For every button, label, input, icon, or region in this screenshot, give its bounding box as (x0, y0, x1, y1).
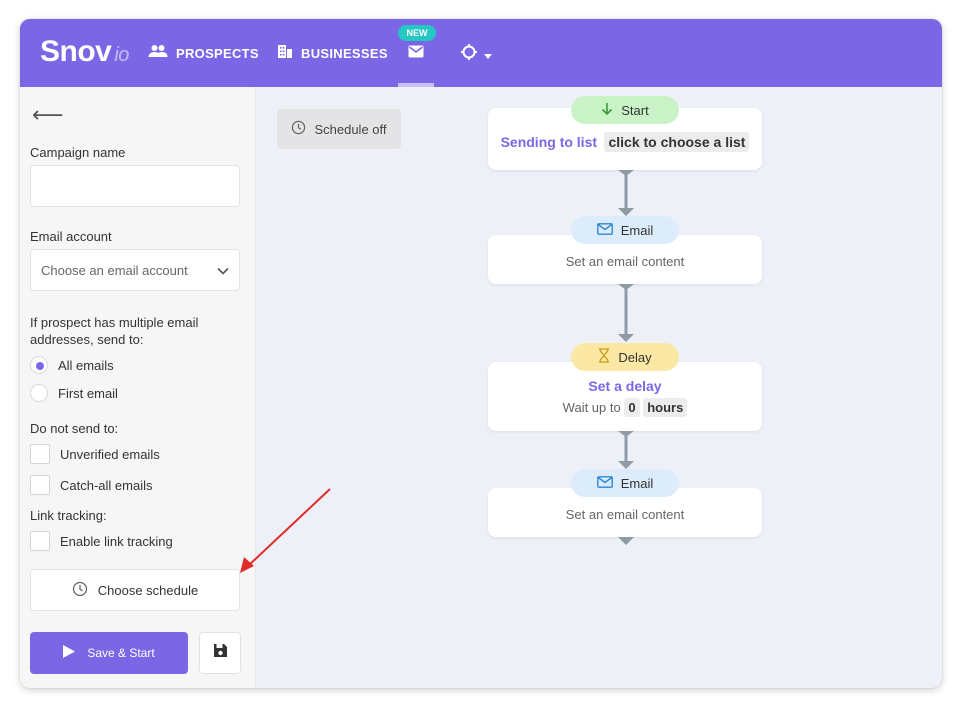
nav-businesses-label: BUSINESSES (301, 46, 388, 61)
start-step-pill[interactable]: Start (571, 96, 679, 124)
email-step-2-label: Email (620, 475, 654, 491)
sending-to-list-text: Sending to list (500, 134, 598, 150)
email-step-1-pill[interactable]: Email (571, 216, 679, 244)
play-icon (63, 645, 76, 661)
link-tracking-label: Link tracking: (30, 508, 107, 523)
multiple-emails-label: If prospect has multiple email addresses… (30, 315, 199, 347)
choose-list-chip[interactable]: click to choose a list (604, 132, 750, 152)
choose-schedule-button[interactable]: Choose schedule (30, 569, 240, 611)
email-step-2-pill[interactable]: Email (571, 469, 679, 497)
nav-businesses[interactable]: BUSINESSES (277, 44, 388, 64)
connector-delay-email (618, 431, 634, 469)
envelope-icon (596, 475, 613, 491)
nav-tools-menu[interactable] (460, 43, 492, 66)
arrow-down-icon (601, 102, 613, 119)
radio-all-emails-label: All emails (58, 357, 114, 373)
connector-end-arrow (618, 537, 634, 545)
clock-icon (72, 581, 88, 600)
radio-first-email-control[interactable] (30, 384, 48, 402)
radio-all-emails-control[interactable] (30, 356, 48, 374)
chevron-down-icon (217, 263, 229, 278)
start-step-label: Start (621, 102, 649, 118)
hourglass-icon (598, 348, 610, 366)
logo-main: Snov (40, 35, 112, 68)
mail-icon (408, 45, 424, 63)
building-icon (277, 44, 293, 64)
unverified-emails-checkbox[interactable] (30, 444, 50, 464)
campaign-name-label: Campaign name (30, 145, 126, 160)
email-step-1-label: Email (620, 222, 654, 238)
email-account-placeholder: Choose an email account (41, 262, 188, 278)
save-and-start-label: Save & Start (87, 646, 155, 660)
email-step-1-text: Set an email content (565, 254, 685, 269)
people-icon (148, 44, 168, 63)
delay-value-chip[interactable]: 0 (624, 398, 640, 417)
save-draft-button[interactable] (199, 632, 241, 674)
do-not-send-label: Do not send to: (30, 421, 119, 436)
delay-wait-text: Wait up to 0 hours (488, 398, 762, 417)
enable-link-tracking-option[interactable]: Enable link tracking (30, 531, 173, 551)
delay-step-label: Delay (618, 349, 652, 365)
campaign-settings-sidebar: ⟵ Campaign name Email account Choose an … (20, 87, 256, 688)
clock-icon (291, 120, 306, 138)
radio-first-email[interactable]: First email (30, 384, 118, 402)
email-account-label: Email account (30, 229, 112, 244)
schedule-off-toggle[interactable]: Schedule off (277, 109, 401, 149)
campaign-name-input[interactable] (30, 165, 240, 207)
catch-all-emails-label: Catch-all emails (60, 477, 153, 493)
nav-email-campaigns[interactable]: NEW (398, 19, 436, 87)
connector-email-delay (618, 284, 634, 342)
nav-prospects[interactable]: PROSPECTS (148, 44, 259, 63)
back-arrow-icon[interactable]: ⟵ (32, 104, 64, 126)
delay-unit-chip[interactable]: hours (643, 398, 688, 417)
catch-all-emails-checkbox[interactable] (30, 475, 50, 495)
set-a-delay-title: Set a delay (588, 378, 662, 394)
schedule-off-label: Schedule off (314, 121, 387, 137)
wait-up-to-label: Wait up to (562, 400, 621, 415)
new-badge: NEW (398, 25, 436, 41)
choose-schedule-label: Choose schedule (97, 582, 199, 598)
app-window: Snov io PROSPECTS BUSINESSES NEW ⟵ Campa… (20, 19, 942, 688)
radio-first-email-label: First email (58, 385, 118, 401)
delay-step-card[interactable]: Set a delay Wait up to 0 hours (488, 362, 762, 431)
enable-link-tracking-label: Enable link tracking (60, 533, 173, 549)
email-step-2-text: Set an email content (565, 507, 685, 522)
snovio-logo[interactable]: Snov io (40, 34, 129, 73)
connector-start-email (618, 170, 634, 216)
unverified-emails-option[interactable]: Unverified emails (30, 444, 160, 464)
logo-suffix: io (114, 44, 129, 66)
radio-all-emails[interactable]: All emails (30, 356, 114, 374)
email-account-select[interactable]: Choose an email account (30, 249, 240, 291)
delay-step-pill[interactable]: Delay (571, 343, 679, 371)
catch-all-emails-option[interactable]: Catch-all emails (30, 475, 152, 495)
active-tab-indicator (398, 83, 434, 87)
caret-down-icon (484, 46, 492, 64)
envelope-icon (596, 222, 613, 238)
save-and-start-button[interactable]: Save & Start (30, 632, 188, 674)
top-navbar: Snov io PROSPECTS BUSINESSES NEW (20, 19, 942, 87)
red-annotation-arrow (240, 488, 331, 573)
nav-prospects-label: PROSPECTS (176, 45, 259, 61)
unverified-emails-label: Unverified emails (60, 446, 160, 462)
crosshair-icon (460, 43, 478, 66)
enable-link-tracking-checkbox[interactable] (30, 531, 50, 551)
floppy-disk-icon (213, 643, 228, 663)
